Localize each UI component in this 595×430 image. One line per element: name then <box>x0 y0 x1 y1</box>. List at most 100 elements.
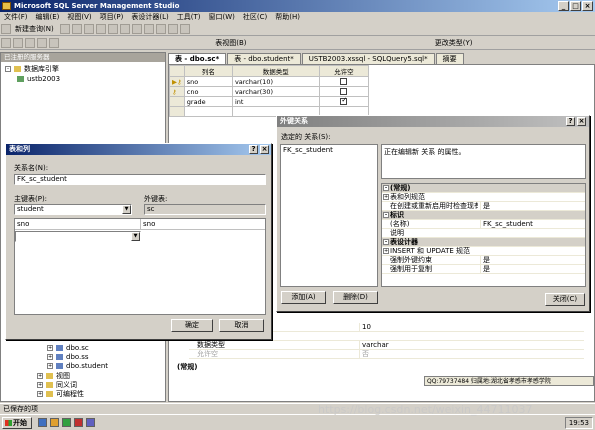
index-icon[interactable] <box>25 38 35 48</box>
tree-item-root[interactable]: - 数据库引擎 <box>5 65 59 74</box>
menu-item[interactable]: 窗口(W) <box>204 13 238 21</box>
object-explorer-icon[interactable] <box>167 24 178 34</box>
collapse-icon[interactable]: - <box>383 239 389 245</box>
fk-property-grid[interactable]: -(常规)+表和列规范在创建或重新启用时检查现有数据是-标识(名称)FK_sc_… <box>381 183 586 287</box>
data-type-value[interactable]: varchar <box>359 341 459 350</box>
menu-item[interactable]: 视图(V) <box>63 13 95 21</box>
generate-script-icon[interactable] <box>49 38 59 48</box>
help-icon[interactable]: ? <box>249 145 258 154</box>
expand-icon[interactable]: + <box>383 248 389 254</box>
property-row[interactable]: (名称) FK_sc_student <box>382 220 585 229</box>
add-button[interactable]: 添加(A) <box>281 291 326 304</box>
undo-icon[interactable] <box>131 24 142 34</box>
open-icon[interactable] <box>59 24 70 34</box>
menu-item[interactable]: 工具(T) <box>173 13 205 21</box>
menu-item[interactable]: 帮助(H) <box>271 13 304 21</box>
allow-null-checkbox[interactable] <box>340 78 348 85</box>
property-category[interactable]: - 标识 <box>382 211 585 220</box>
property-row[interactable]: + 表和列规范 <box>382 193 585 202</box>
tree-item-folder[interactable]: + 视图 <box>37 372 70 381</box>
tab-dbo-sc[interactable]: 表 - dbo.sc* <box>168 53 227 64</box>
property-category[interactable]: - 表设计器 <box>382 238 585 247</box>
save-icon[interactable] <box>71 24 82 34</box>
close-icon[interactable]: × <box>260 145 269 154</box>
collapse-icon[interactable]: - <box>383 185 389 191</box>
relationships-icon[interactable] <box>13 38 23 48</box>
property-row[interactable]: 说明 <box>382 229 585 238</box>
help-icon[interactable] <box>179 24 190 34</box>
ok-button[interactable]: 确定 <box>171 319 213 332</box>
close-button[interactable]: 关闭(C) <box>545 293 585 306</box>
allow-null-checkbox[interactable] <box>340 96 348 105</box>
tree-item-table[interactable]: + dbo.sc <box>47 344 89 353</box>
property-row[interactable]: 在创建或重新启用时检查现有数据是 <box>382 202 585 211</box>
paste-icon[interactable] <box>119 24 130 34</box>
delete-button[interactable]: 删除(D) <box>333 291 378 304</box>
list-item[interactable]: FK_sc_student <box>281 145 377 155</box>
check-constraint-icon[interactable] <box>37 38 47 48</box>
property-category[interactable]: - (常规) <box>382 184 585 193</box>
properties-icon[interactable] <box>155 24 166 34</box>
tab-summary[interactable]: 摘要 <box>435 53 464 64</box>
property-row[interactable]: 强制外键约束是 <box>382 256 585 265</box>
folder-icon <box>14 66 21 72</box>
property-row[interactable]: 强制用于复制是 <box>382 265 585 274</box>
tab-sqlquery5[interactable]: USTB2003.xssql - SQLQuery5.sql* <box>301 53 435 64</box>
folder-icon <box>46 391 53 397</box>
close-icon[interactable]: × <box>577 117 586 126</box>
relationship-list[interactable]: FK_sc_student <box>280 144 378 287</box>
table-icon <box>56 363 63 369</box>
redo-icon[interactable] <box>143 24 154 34</box>
key-icon[interactable] <box>1 38 11 48</box>
quick-launch-icon[interactable] <box>74 418 83 427</box>
menu-item[interactable]: 社区(C) <box>239 13 271 21</box>
allow-null-checkbox[interactable] <box>340 88 348 95</box>
column-mapping-grid[interactable]: sno sno ▼ <box>14 218 266 315</box>
table-view-dropdown[interactable]: 表视图(B) <box>212 37 249 49</box>
menu-item[interactable]: 项目(P) <box>96 13 128 21</box>
tab-dbo-student[interactable]: 表 - dbo.student* <box>227 53 301 64</box>
minimize-button[interactable]: _ <box>558 1 569 11</box>
table-row[interactable]: grade int <box>169 96 370 107</box>
table-row[interactable]: ▶⚷ sno varchar(10) <box>169 76 370 87</box>
cancel-button[interactable]: 取消 <box>219 319 264 332</box>
menu-item[interactable]: 表设计器(L) <box>127 13 172 21</box>
pk-column-select[interactable]: ▼ <box>15 231 141 242</box>
copy-icon[interactable] <box>107 24 118 34</box>
tree-item-server[interactable]: ustb2003 <box>17 75 60 84</box>
collapse-icon[interactable]: - <box>383 212 389 218</box>
pk-column-cell[interactable]: sno <box>15 219 141 230</box>
allow-null-label: 允许空 <box>197 350 218 358</box>
property-row[interactable]: + INSERT 和 UPDATE 规范 <box>382 247 585 256</box>
tree-item-folder[interactable]: + 可编程性 <box>37 390 84 399</box>
quick-launch-icon[interactable] <box>62 418 71 427</box>
menu-item[interactable]: 文件(F) <box>0 13 32 21</box>
table-row[interactable]: ⚷ cno varchar(30) <box>169 86 370 97</box>
quick-launch-icon[interactable] <box>50 418 59 427</box>
save-all-icon[interactable] <box>83 24 94 34</box>
menu-item[interactable]: 编辑(E) <box>32 13 64 21</box>
new-query-button[interactable]: 新建查询(N) <box>12 23 57 35</box>
change-type-dropdown[interactable]: 更改类型(Y) <box>432 37 476 49</box>
tc-dialog-title: 表和列 ? × <box>6 144 271 155</box>
chevron-down-icon[interactable]: ▼ <box>131 232 140 241</box>
start-button[interactable]: 开始 <box>2 417 32 429</box>
new-query-icon[interactable] <box>1 24 11 34</box>
help-icon[interactable]: ? <box>566 117 575 126</box>
allow-null-value[interactable]: 否 <box>359 350 459 359</box>
chevron-down-icon[interactable]: ▼ <box>122 205 131 214</box>
quick-launch-icon[interactable] <box>38 418 47 427</box>
tree-item-table[interactable]: + dbo.ss <box>47 353 89 362</box>
quick-launch-icon[interactable] <box>86 418 95 427</box>
pk-table-select[interactable]: student ▼ <box>14 204 132 215</box>
tree-item-folder[interactable]: + 同义词 <box>37 381 77 390</box>
fk-column-cell[interactable]: sno <box>141 219 265 230</box>
length-value[interactable]: 10 <box>359 323 459 332</box>
tree-item-table[interactable]: + dbo.student <box>47 362 108 371</box>
maximize-button[interactable]: □ <box>570 1 581 11</box>
expand-icon[interactable]: + <box>383 194 389 200</box>
cut-icon[interactable] <box>95 24 106 34</box>
document-tabs: 表 - dbo.sc* 表 - dbo.student* USTB2003.xssq… <box>168 53 465 64</box>
relationship-name-input[interactable]: FK_sc_student <box>14 174 266 185</box>
close-button[interactable]: × <box>582 1 593 11</box>
